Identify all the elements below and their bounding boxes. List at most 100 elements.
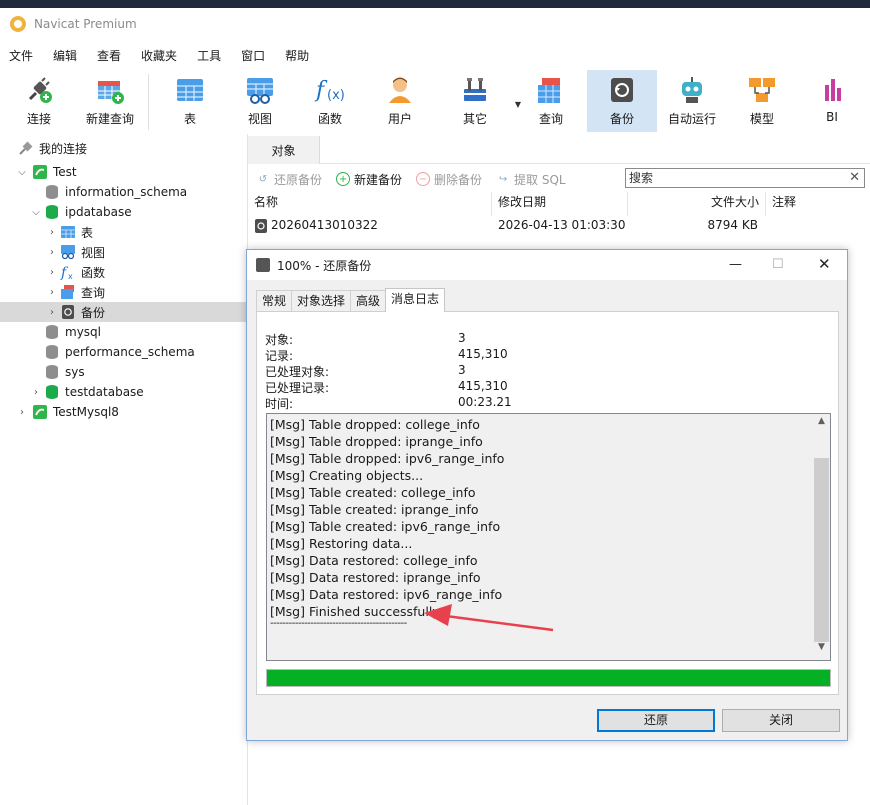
backup-modified: 2026-04-13 01:03:30 [498, 218, 626, 232]
menu-favorites[interactable]: 收藏夹 [131, 47, 187, 64]
function-label: 函数 [317, 112, 342, 126]
delete-backup-button[interactable]: − 删除备份 [416, 171, 482, 188]
menu-help[interactable]: 帮助 [275, 47, 319, 64]
maximize-icon[interactable]: ☐ [772, 257, 784, 272]
clear-search-icon[interactable]: ✕ [849, 169, 860, 187]
tree-item-mysql[interactable]: mysql [0, 322, 248, 342]
tab-general[interactable]: 常规 [256, 290, 293, 312]
chevron-right-icon[interactable]: › [46, 227, 58, 238]
stat-processed-objects-label: 已处理对象: [265, 365, 330, 379]
table-row[interactable]: 20260413010322 2026-04-13 01:03:30 8794 … [248, 216, 870, 238]
minimize-icon[interactable]: — [729, 257, 742, 272]
tree-item-testdatabase[interactable]: › testdatabase [0, 382, 248, 402]
plug-icon [23, 74, 55, 106]
backup-button[interactable]: 备份 [587, 70, 657, 132]
chevron-down-icon[interactable]: ⌵ [30, 207, 42, 218]
database-open-icon [44, 384, 60, 400]
bi-button[interactable]: BI [797, 70, 867, 132]
model-button[interactable]: 模型 [727, 70, 797, 132]
stat-processed-records-label: 已处理记录: [265, 381, 330, 395]
tree-item-functions[interactable]: › fx 函数 [0, 262, 248, 282]
stat-objects-label: 对象: [265, 333, 294, 347]
bi-label: BI [826, 110, 838, 124]
object-list-header: 名称 修改日期 文件大小 注释 [248, 192, 870, 216]
log-line: [Msg] Data restored: college_info [270, 553, 478, 568]
chevron-right-icon[interactable]: › [46, 247, 58, 258]
function-button[interactable]: f (x) 函数 [295, 70, 365, 132]
my-connections-label: 我的连接 [39, 141, 88, 156]
chevron-right-icon[interactable]: › [46, 307, 58, 318]
menu-window[interactable]: 窗口 [231, 47, 275, 64]
column-size[interactable]: 文件大小 [628, 192, 766, 216]
menu-view[interactable]: 查看 [87, 47, 131, 64]
restore-backup-button[interactable]: ↺ 还原备份 [256, 171, 322, 188]
restore-button[interactable]: 还原 [597, 709, 715, 732]
log-line: [Msg] Creating objects... [270, 468, 424, 483]
new-query-button[interactable]: 新建查询 [78, 70, 142, 132]
tree-label-test: Test [53, 165, 77, 179]
menu-file[interactable]: 文件 [0, 47, 43, 64]
tree-item-tables[interactable]: › 表 [0, 222, 248, 242]
dialog-tabs: 常规 对象选择 高级 消息日志 [256, 288, 446, 312]
other-button[interactable]: 其它 ▼ [435, 70, 521, 132]
restore-icon: ↺ [258, 173, 268, 185]
column-comment[interactable]: 注释 [766, 192, 870, 216]
chevron-right-icon[interactable]: › [30, 387, 42, 398]
tree-item-views[interactable]: › 视图 [0, 242, 248, 262]
extract-arrow-icon: ↪ [498, 173, 508, 185]
tree-item-performance-schema[interactable]: performance_schema [0, 342, 248, 362]
user-button[interactable]: 用户 [365, 70, 435, 132]
stat-time-value: 00:23.21 [458, 395, 512, 409]
view-button[interactable]: 视图 [225, 70, 295, 132]
tab-advanced[interactable]: 高级 [350, 290, 387, 312]
chevron-down-icon[interactable]: ⌵ [16, 167, 28, 178]
backup-icon [60, 304, 76, 320]
stat-records-value: 415,310 [458, 347, 508, 361]
tree-item-test[interactable]: ⌵ Test [0, 162, 248, 182]
add-icon: + [336, 172, 351, 186]
query-button[interactable]: 查询 [515, 70, 587, 132]
scrollbar-thumb[interactable] [814, 458, 829, 642]
table-button[interactable]: 表 [155, 70, 225, 132]
log-line: [Msg] Table dropped: college_info [270, 417, 480, 432]
model-icon [746, 74, 778, 106]
search-input[interactable]: 搜索 ✕ [625, 168, 865, 188]
close-icon[interactable]: ✕ [818, 255, 831, 273]
extract-sql-button[interactable]: ↪ 提取 SQL [496, 171, 566, 188]
stat-processed-objects-value: 3 [458, 363, 466, 377]
connection-tree: 我的连接 ⌵ Test information_schema ⌵ ipdatab… [0, 134, 248, 805]
tree-item-queries[interactable]: › 查询 [0, 282, 248, 302]
log-line: [Msg] Restoring data... [270, 536, 413, 551]
chevron-right-icon[interactable]: › [46, 287, 58, 298]
log-line: [Msg] Table created: iprange_info [270, 502, 479, 517]
column-name[interactable]: 名称 [248, 192, 492, 216]
tab-objects[interactable]: 对象 [248, 136, 320, 164]
automation-button[interactable]: 自动运行 [657, 70, 727, 132]
other-label: 其它 [462, 112, 487, 126]
tree-label-sys: sys [65, 365, 85, 379]
column-modified[interactable]: 修改日期 [492, 192, 628, 216]
tab-message-log[interactable]: 消息日志 [385, 288, 446, 312]
tree-item-testmysql8[interactable]: › TestMysql8 [0, 402, 248, 422]
menu-edit[interactable]: 编辑 [43, 47, 87, 64]
log-scrollbar[interactable]: ▲ ▼ [813, 414, 830, 660]
close-button[interactable]: 关闭 [722, 709, 840, 732]
my-connections-header[interactable]: 我的连接 [0, 138, 248, 158]
scroll-down-icon[interactable]: ▼ [813, 642, 830, 658]
tree-item-backups[interactable]: › 备份 [0, 302, 248, 322]
tree-item-information-schema[interactable]: information_schema [0, 182, 248, 202]
chevron-right-icon[interactable]: › [46, 267, 58, 278]
tree-label-tables: 表 [81, 225, 94, 240]
new-backup-button[interactable]: + 新建备份 [336, 171, 402, 188]
tree-label-mysql: mysql [65, 325, 101, 339]
menu-tools[interactable]: 工具 [187, 47, 231, 64]
connect-button[interactable]: 连接 [0, 70, 78, 132]
table-label: 表 [183, 112, 196, 126]
chevron-right-icon[interactable]: › [16, 407, 28, 418]
tree-item-sys[interactable]: sys [0, 362, 248, 382]
tree-item-ipdatabase[interactable]: ⌵ ipdatabase [0, 202, 248, 222]
tab-object-selection[interactable]: 对象选择 [291, 290, 352, 312]
message-log-box[interactable]: [Msg] Table dropped: college_info [Msg] … [266, 413, 831, 661]
scroll-up-icon[interactable]: ▲ [813, 416, 830, 432]
log-line: [Msg] Data restored: ipv6_range_info [270, 587, 503, 602]
